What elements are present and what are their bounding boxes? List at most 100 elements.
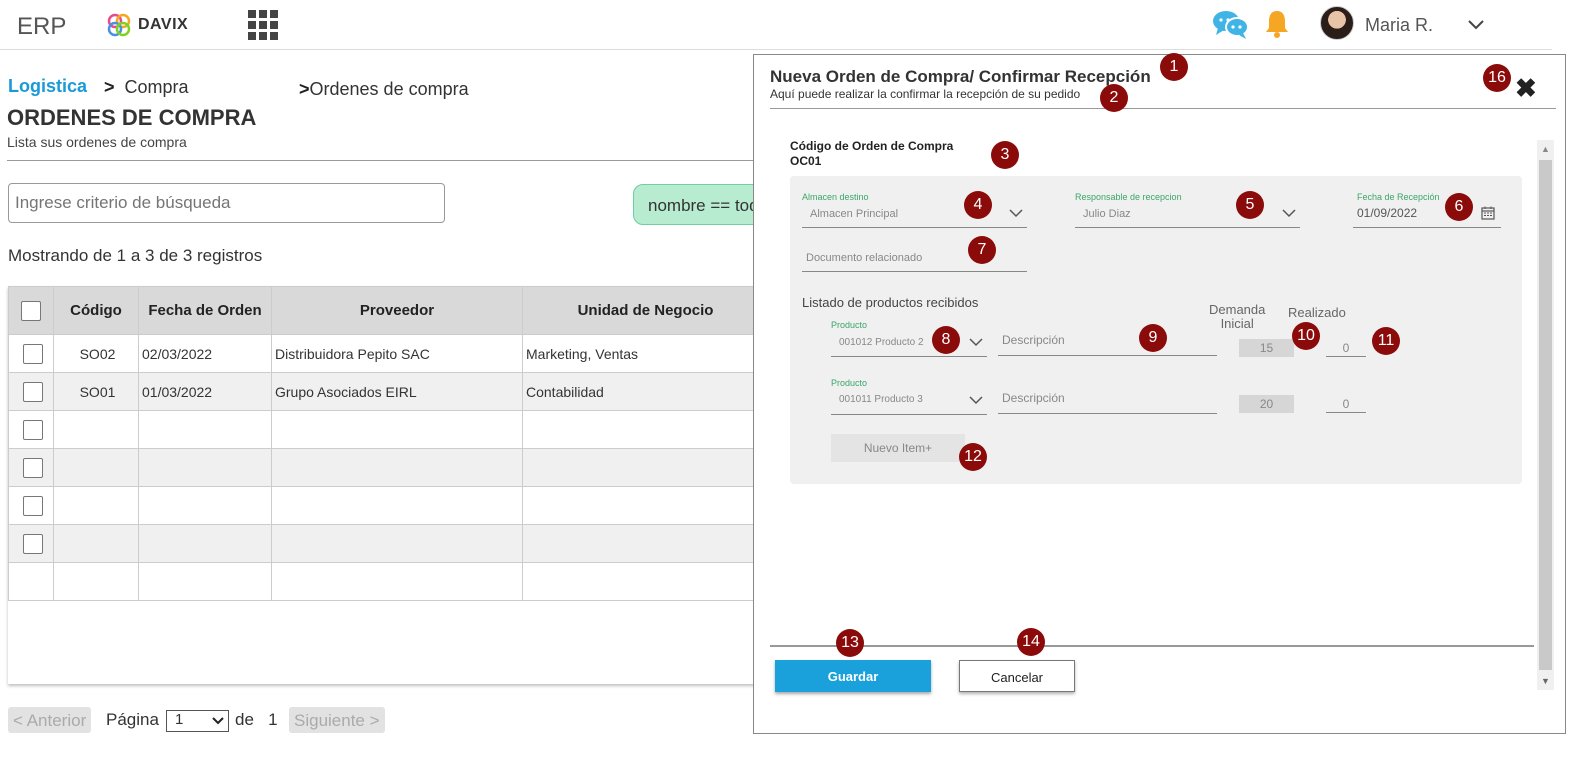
order-code-label: Código de Orden de Compra xyxy=(790,139,954,153)
product-description-field[interactable]: Descripción xyxy=(998,382,1217,414)
fecha-recepcion-field[interactable]: Fecha de Recepción 01/09/2022 xyxy=(1353,190,1501,228)
documento-placeholder: Documento relacionado xyxy=(806,252,923,264)
table-row[interactable] xyxy=(8,486,769,525)
breadcrumb-ordenes[interactable]: >Ordenes de compra xyxy=(299,79,469,100)
orders-table: Código Fecha de Orden Proveedor Unidad d… xyxy=(8,286,769,601)
marker-7: 7 xyxy=(968,236,996,264)
row-checkbox[interactable] xyxy=(22,533,43,554)
row-checkbox[interactable] xyxy=(22,381,43,402)
marker-6: 6 xyxy=(1445,193,1473,221)
search-input[interactable] xyxy=(8,183,445,223)
new-item-button[interactable]: Nuevo Item+ xyxy=(831,434,965,462)
cell-codigo: SO02 xyxy=(53,334,139,373)
select-all-checkbox[interactable] xyxy=(21,300,41,321)
user-name[interactable]: Maria R. xyxy=(1365,15,1433,36)
chat-icon[interactable] xyxy=(1212,8,1250,45)
breadcrumb-compra[interactable]: > Compra xyxy=(104,77,189,98)
row-checkbox[interactable] xyxy=(22,495,43,516)
fecha-label: Fecha de Recepción xyxy=(1357,192,1440,202)
logo[interactable]: DAVIX xyxy=(106,12,188,38)
apps-grid-icon[interactable] xyxy=(248,10,278,40)
almacen-select[interactable]: Almacen destino Almacen Principal xyxy=(802,190,1027,228)
page-select-value: 1 xyxy=(175,711,184,728)
select-all-cell xyxy=(8,286,54,335)
row-select-cell xyxy=(8,448,54,487)
divider xyxy=(770,645,1534,647)
description-placeholder: Descripción xyxy=(1002,391,1065,405)
product-description-field[interactable]: Descripción xyxy=(998,324,1217,356)
realizado-input[interactable]: 0 xyxy=(1326,395,1366,413)
chevron-down-icon xyxy=(969,396,983,405)
next-page-button[interactable]: Siguiente > xyxy=(289,707,385,733)
avatar[interactable] xyxy=(1320,6,1354,40)
product-select[interactable]: Producto 001012 Producto 2 xyxy=(831,319,987,357)
scroll-up-icon[interactable]: ▲ xyxy=(1541,144,1550,154)
total-pages: 1 xyxy=(268,710,278,729)
breadcrumb-compra-label: Compra xyxy=(124,77,189,97)
breadcrumb-logistica[interactable]: Logistica xyxy=(8,76,87,97)
row-select-cell xyxy=(8,524,54,563)
marker-11: 11 xyxy=(1372,327,1400,355)
col-fecha[interactable]: Fecha de Orden xyxy=(138,286,272,335)
row-select-cell xyxy=(8,372,54,411)
modal-subtitle: Aquí puede realizar la confirmar la rece… xyxy=(770,87,1081,101)
scrollbar-thumb[interactable] xyxy=(1539,160,1552,670)
modal-title: Nueva Orden de Compra/ Confirmar Recepci… xyxy=(770,67,1151,86)
bell-icon[interactable] xyxy=(1264,8,1290,45)
table-row[interactable] xyxy=(8,448,769,487)
row-checkbox[interactable] xyxy=(22,419,43,440)
demanda-label-2: Inicial xyxy=(1220,316,1254,331)
table-row[interactable] xyxy=(8,410,769,449)
close-icon[interactable]: ✖ xyxy=(1515,73,1537,104)
records-count: Mostrando de 1 a 3 de 3 registros xyxy=(8,246,263,265)
marker-14: 14 xyxy=(1017,628,1045,656)
responsable-select[interactable]: Responsable de recepcion Julio Diaz xyxy=(1075,190,1300,228)
marker-10: 10 xyxy=(1292,322,1320,350)
fecha-value: 01/09/2022 xyxy=(1357,206,1418,220)
product-select[interactable]: Producto 001011 Producto 3 xyxy=(831,377,987,415)
order-code-value: OC01 xyxy=(790,154,822,168)
marker-2: 2 xyxy=(1100,84,1128,112)
row-checkbox[interactable] xyxy=(22,343,43,364)
marker-13: 13 xyxy=(836,629,864,657)
row-checkbox[interactable] xyxy=(22,457,43,478)
demanda-label-1: Demanda xyxy=(1209,302,1266,317)
demanda-value: 15 xyxy=(1239,339,1294,357)
chevron-down-icon[interactable] xyxy=(1467,18,1485,36)
table-header-row: Código Fecha de Orden Proveedor Unidad d… xyxy=(8,286,769,335)
chevron-down-icon xyxy=(1009,209,1023,218)
table-row[interactable]: SO01 01/03/2022 Grupo Asociados EIRL Con… xyxy=(8,372,769,411)
breadcrumb-ordenes-label: Ordenes de compra xyxy=(309,79,469,99)
table-row[interactable]: SO02 02/03/2022 Distribuidora Pepito SAC… xyxy=(8,334,769,373)
responsable-value: Julio Diaz xyxy=(1083,208,1131,220)
scroll-down-icon[interactable]: ▼ xyxy=(1541,676,1550,686)
description-placeholder: Descripción xyxy=(1002,333,1065,347)
save-button[interactable]: Guardar xyxy=(775,660,931,692)
chevron-down-icon xyxy=(1282,209,1296,218)
marker-12: 12 xyxy=(959,443,987,471)
cancel-button[interactable]: Cancelar xyxy=(959,660,1075,692)
realizado-input[interactable]: 0 xyxy=(1326,339,1366,357)
marker-9: 9 xyxy=(1139,324,1167,352)
logo-text: DAVIX xyxy=(138,16,189,33)
product-value: 001012 Producto 2 xyxy=(839,337,924,348)
page-select[interactable]: 1 xyxy=(166,710,229,732)
almacen-value: Almacen Principal xyxy=(810,208,899,220)
chevron-down-icon xyxy=(212,717,224,725)
table-row xyxy=(8,562,769,601)
scrollbar[interactable]: ▲ ▼ xyxy=(1537,140,1554,690)
col-unidad[interactable]: Unidad de Negocio xyxy=(522,286,769,335)
cell-proveedor: Grupo Asociados EIRL xyxy=(271,372,523,411)
table-row[interactable] xyxy=(8,524,769,563)
prev-page-button[interactable]: < Anterior xyxy=(8,707,92,733)
calendar-icon[interactable] xyxy=(1481,206,1495,220)
of-label: de xyxy=(235,710,254,729)
logo-icon xyxy=(107,13,131,37)
cell-unidad: Marketing, Ventas xyxy=(522,334,769,373)
cell-fecha: 01/03/2022 xyxy=(138,372,272,411)
col-codigo[interactable]: Código xyxy=(53,286,139,335)
col-proveedor[interactable]: Proveedor xyxy=(271,286,523,335)
product-value: 001011 Producto 3 xyxy=(839,394,923,405)
page-title: ORDENES DE COMPRA xyxy=(7,105,257,130)
cell-fecha: 02/03/2022 xyxy=(138,334,272,373)
